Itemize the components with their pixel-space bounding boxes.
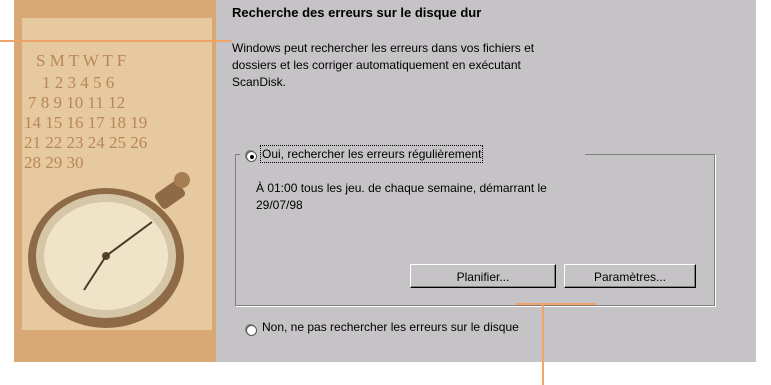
schedule-line: À 01:00 tous les jeu. de chaque semaine,…	[256, 181, 547, 195]
settings-button[interactable]: Paramètres...	[564, 264, 696, 288]
callout-line-top	[0, 40, 232, 42]
scandisk-wizard-page: S M T W T F 1 2 3 4 5 6 7 8 9 10 11 12 1…	[0, 0, 771, 385]
schedule-description: À 01:00 tous les jeu. de chaque semaine,…	[256, 180, 696, 214]
radio-yes-label[interactable]: Oui, rechercher les erreurs régulièremen…	[259, 145, 484, 163]
svg-text:21 22 23 24 25 26: 21 22 23 24 25 26	[24, 133, 147, 152]
schedule-line: 29/07/98	[256, 198, 303, 212]
intro-line: ScanDisk.	[232, 75, 287, 89]
svg-text:1 2 3 4 5 6: 1 2 3 4 5 6	[42, 73, 114, 92]
svg-text:28 29 30: 28 29 30	[24, 153, 84, 172]
radio-no-label[interactable]: Non, ne pas rechercher les erreurs sur l…	[262, 320, 519, 334]
svg-text:S M T W T F: S M T W T F	[36, 51, 126, 70]
radio-no-scan[interactable]	[246, 325, 257, 336]
intro-text: Windows peut rechercher les erreurs dans…	[232, 40, 692, 91]
page-title: Recherche des erreurs sur le disque dur	[232, 5, 482, 20]
calendar-stopwatch-illustration: S M T W T F 1 2 3 4 5 6 7 8 9 10 11 12 1…	[14, 0, 216, 362]
schedule-button[interactable]: Planifier...	[410, 264, 556, 288]
intro-line: dossiers et les corriger automatiquement…	[232, 58, 521, 72]
callout-line-vertical	[542, 303, 544, 385]
svg-text:14 15 16 17 18 19: 14 15 16 17 18 19	[24, 113, 147, 132]
radio-yes-scan[interactable]	[246, 151, 257, 162]
callout-line-bottom	[516, 303, 596, 305]
intro-line: Windows peut rechercher les erreurs dans…	[232, 41, 535, 55]
svg-text:7 8 9 10 11 12: 7 8 9 10 11 12	[28, 93, 125, 112]
